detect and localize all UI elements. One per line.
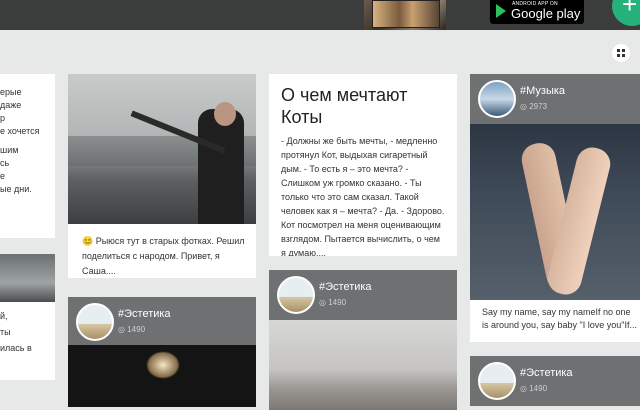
card-text: шим xyxy=(0,145,19,155)
card-text: ты xyxy=(0,327,11,337)
views-icon: ◎ xyxy=(520,384,527,393)
post-text: 😊 Рыюся тут в старых фотках. Решил подел… xyxy=(82,236,245,276)
hashtag-label[interactable]: #Эстетика xyxy=(520,367,573,379)
post-image xyxy=(0,254,55,302)
top-bar: ANDROID APP ON Google play + xyxy=(0,0,640,30)
post-image xyxy=(68,345,256,407)
grid-view-toggle[interactable] xyxy=(612,44,630,62)
hashtag-label[interactable]: #Эстетика xyxy=(118,308,171,320)
post-text: Say my name, say my nameIf no one is aro… xyxy=(482,307,637,330)
post-card-music[interactable]: #Музыка ◎ 2973 Say my name, say my nameI… xyxy=(470,74,640,342)
card-text: сь xyxy=(0,158,10,168)
avatar xyxy=(478,80,516,118)
avatar xyxy=(478,362,516,400)
card-text: е xyxy=(0,171,6,181)
post-card-guitar[interactable]: 😊 Рыюся тут в старых фотках. Решил подел… xyxy=(68,74,256,278)
post-card-esthetics-3[interactable]: #Эстетика ◎ 1490 xyxy=(470,356,640,406)
card-text: е хочется xyxy=(0,126,40,136)
post-image xyxy=(470,124,640,300)
post-text: - Должны же быть мечты, - медленно протя… xyxy=(281,136,445,256)
google-play-icon xyxy=(496,4,506,18)
phone-preview-image xyxy=(364,0,446,30)
add-button[interactable]: + xyxy=(612,0,640,26)
card-text: р xyxy=(0,113,6,123)
avatar xyxy=(277,276,315,314)
views-count: 1490 xyxy=(127,325,146,334)
post-title: О чем мечтают Коты xyxy=(281,85,408,127)
left-partial-card-2[interactable]: й, ты илась в xyxy=(0,254,55,380)
store-label: Google play xyxy=(511,6,581,21)
views-count: 1490 xyxy=(529,384,548,393)
left-partial-card[interactable]: ерые даже р е хочется шим сь е ые дни. xyxy=(0,74,55,238)
hashtag-label[interactable]: #Эстетика xyxy=(319,281,372,293)
views-icon: ◎ xyxy=(319,298,326,307)
post-card-esthetics-1[interactable]: #Эстетика ◎ 1490 xyxy=(68,297,256,407)
views-icon: ◎ xyxy=(118,325,125,334)
post-image xyxy=(269,320,457,410)
views-icon: ◎ xyxy=(520,102,527,111)
plus-icon: + xyxy=(622,0,638,19)
views-count: 2973 xyxy=(529,102,548,111)
card-text: даже xyxy=(0,100,22,110)
post-card-cats[interactable]: О чем мечтают Коты - Должны же быть мечт… xyxy=(269,74,457,256)
post-card-esthetics-2[interactable]: #Эстетика ◎ 1490 xyxy=(269,270,457,410)
hashtag-label[interactable]: #Музыка xyxy=(520,85,565,97)
avatar xyxy=(76,303,114,341)
card-text: й, xyxy=(0,311,8,321)
views-count: 1490 xyxy=(328,298,347,307)
card-text: ые дни. xyxy=(0,184,32,194)
post-image xyxy=(68,74,256,224)
google-play-badge[interactable]: ANDROID APP ON Google play xyxy=(490,0,584,24)
card-text: илась в xyxy=(0,343,32,353)
card-text: ерые xyxy=(0,87,22,97)
